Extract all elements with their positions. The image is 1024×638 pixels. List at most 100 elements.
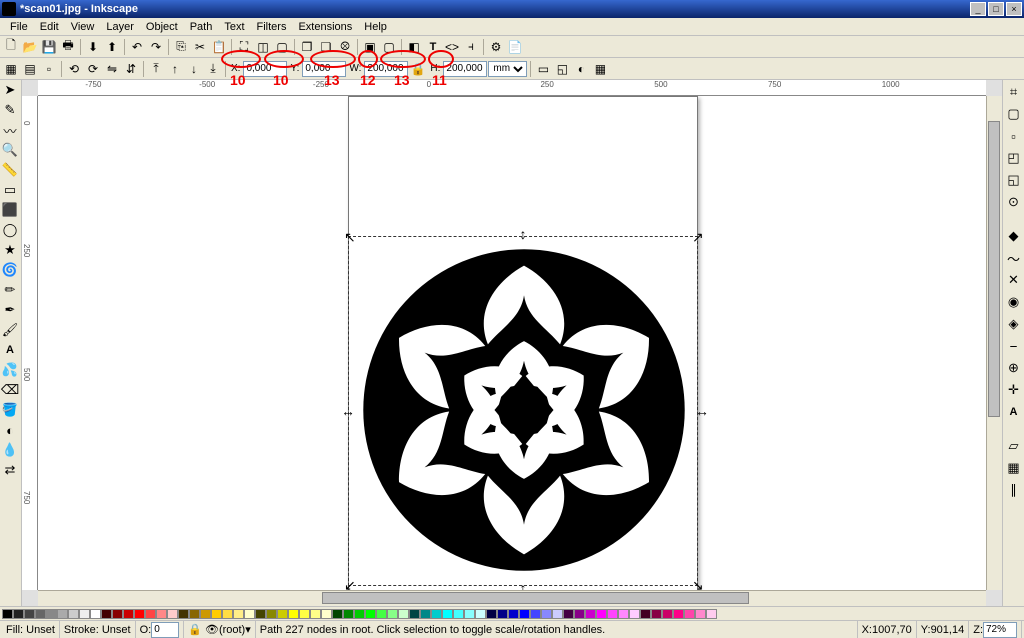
color-swatch[interactable] [299,609,310,619]
color-swatch[interactable] [475,609,486,619]
close-button[interactable]: × [1006,2,1022,16]
color-swatch[interactable] [112,609,123,619]
scale-handle-s-icon[interactable]: ↕ [518,583,528,590]
color-swatch[interactable] [519,609,530,619]
y-input[interactable] [302,61,346,77]
color-swatch[interactable] [79,609,90,619]
snap-object-center-icon[interactable]: ⊕ [1004,358,1024,378]
color-swatch[interactable] [255,609,266,619]
undo-icon[interactable]: ↶ [128,38,146,56]
menu-help[interactable]: Help [358,19,393,35]
scrollbar-thumb[interactable] [322,592,749,604]
ruler-vertical[interactable]: 0 250 500 750 [22,96,38,590]
lock-aspect-icon[interactable]: 🔒 [409,60,427,78]
zoom-drawing-icon[interactable]: ◫ [254,38,272,56]
spiral-tool-icon[interactable]: 🌀 [0,260,20,280]
snap-global-icon[interactable]: ⌗ [1004,82,1024,102]
new-document-icon[interactable]: 🗋 [2,38,20,56]
affect-pattern-icon[interactable]: ▦ [591,60,609,78]
snap-text-icon[interactable]: A [1004,402,1024,422]
zoom-tool-icon[interactable]: 🔍 [0,140,20,160]
paste-icon[interactable]: 📋 [210,38,228,56]
snap-nodes-icon[interactable]: ◆ [1004,226,1024,246]
color-swatch[interactable] [684,609,695,619]
zoom-page-icon[interactable]: ▢ [273,38,291,56]
color-swatch[interactable] [2,609,13,619]
scale-handle-se-icon[interactable]: ↘ [692,580,702,590]
menu-path[interactable]: Path [184,19,219,35]
menu-filters[interactable]: Filters [251,19,293,35]
tweak-tool-icon[interactable]: 〰 [0,120,20,140]
color-swatch[interactable] [662,609,673,619]
color-swatch[interactable] [431,609,442,619]
color-swatch[interactable] [552,609,563,619]
color-swatch[interactable] [376,609,387,619]
canvas-viewport[interactable]: ↖ ↕ ↗ ↔ ↔ ↙ ↕ ↘ [38,96,986,590]
w-input[interactable] [364,61,408,77]
affect-corners-icon[interactable]: ◱ [553,60,571,78]
color-swatch[interactable] [508,609,519,619]
color-swatch[interactable] [145,609,156,619]
raise-top-icon[interactable]: ⤒ [147,60,165,78]
print-icon[interactable]: 🖶 [59,38,77,56]
snap-guide-icon[interactable]: ∥ [1004,480,1024,500]
color-swatch[interactable] [24,609,35,619]
rect-tool-icon[interactable]: ▭ [0,180,20,200]
maximize-button[interactable]: □ [988,2,1004,16]
select-layers-icon[interactable]: ▤ [21,60,39,78]
x-input[interactable] [243,61,287,77]
color-swatch[interactable] [706,609,717,619]
eraser-tool-icon[interactable]: ⌫ [0,380,20,400]
color-swatch[interactable] [618,609,629,619]
measure-tool-icon[interactable]: 📏 [0,160,20,180]
select-all-icon[interactable]: ▦ [2,60,20,78]
snap-intersect-icon[interactable]: ✕ [1004,270,1024,290]
menu-layer[interactable]: Layer [100,19,140,35]
scrollbar-horizontal[interactable] [38,590,986,606]
color-swatch[interactable] [233,609,244,619]
scale-handle-n-icon[interactable]: ↕ [518,229,528,239]
color-swatch[interactable] [68,609,79,619]
snap-bbox-icon[interactable]: ▢ [1004,104,1024,124]
color-swatch[interactable] [574,609,585,619]
spray-tool-icon[interactable]: 💦 [0,360,20,380]
color-swatch[interactable] [178,609,189,619]
xml-editor-icon[interactable]: <> [443,38,461,56]
snap-rotation-icon[interactable]: ✛ [1004,380,1024,400]
scrollbar-vertical[interactable] [986,96,1002,590]
color-swatch[interactable] [530,609,541,619]
cut-icon[interactable]: ✂ [191,38,209,56]
menu-view[interactable]: View [65,19,101,35]
snap-corner-icon[interactable]: ◰ [1004,148,1024,168]
color-swatch[interactable] [695,609,706,619]
color-swatch[interactable] [244,609,255,619]
fill-tool-icon[interactable]: 🪣 [0,400,20,420]
menu-object[interactable]: Object [140,19,184,35]
color-swatch[interactable] [211,609,222,619]
color-swatch[interactable] [101,609,112,619]
star-tool-icon[interactable]: ★ [0,240,20,260]
bezier-tool-icon[interactable]: ✒ [0,300,20,320]
snap-center-icon[interactable]: ⊙ [1004,192,1024,212]
color-swatch[interactable] [596,609,607,619]
box3d-tool-icon[interactable]: ⬛ [0,200,20,220]
rotate-cw-icon[interactable]: ⟳ [84,60,102,78]
raise-icon[interactable]: ↑ [166,60,184,78]
color-swatch[interactable] [167,609,178,619]
color-swatch[interactable] [387,609,398,619]
color-swatch[interactable] [46,609,57,619]
prefs-icon[interactable]: ⚙ [487,38,505,56]
ellipse-tool-icon[interactable]: ◯ [0,220,20,240]
selected-artwork[interactable] [360,246,688,574]
dropper-tool-icon[interactable]: 💧 [0,440,20,460]
text-tool-icon[interactable]: A [0,340,20,360]
color-swatch[interactable] [189,609,200,619]
rotate-ccw-icon[interactable]: ⟲ [65,60,83,78]
color-swatch[interactable] [321,609,332,619]
color-swatch[interactable] [266,609,277,619]
redo-icon[interactable]: ↷ [147,38,165,56]
menu-extensions[interactable]: Extensions [292,19,358,35]
snap-cusp-icon[interactable]: ◈ [1004,314,1024,334]
ungroup-icon[interactable]: ▢ [380,38,398,56]
color-swatch[interactable] [354,609,365,619]
